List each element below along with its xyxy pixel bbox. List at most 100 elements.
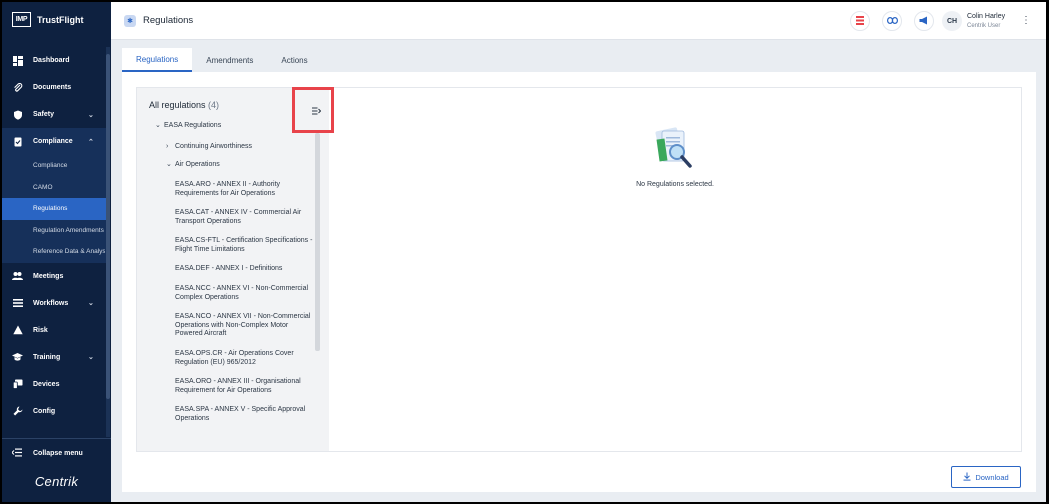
logo-text: TrustFlight <box>37 14 84 25</box>
sidebar-subitem-regulation-amendments[interactable]: Regulation Amendments <box>2 219 106 241</box>
sidebar-item-label: Config <box>33 407 56 415</box>
chevron-down-icon: ⌄ <box>155 122 161 129</box>
tree-leaf[interactable]: EASA.SPA - ANNEX V - Specific Approval O… <box>175 406 315 423</box>
sidebar-item-label: Risk <box>33 326 48 334</box>
tree-node-label: Air Operations <box>175 161 220 168</box>
tree-leaf[interactable]: EASA.NCC - ANNEX VI - Non-Commercial Com… <box>175 285 315 302</box>
app-frame: IMP TrustFlight Dashboard Documents Safe… <box>2 2 1046 502</box>
user-role: Centrik User <box>967 23 1001 29</box>
sidebar-item-label: Training <box>33 353 61 361</box>
sidebar-subitem-label: Regulation Amendments <box>33 226 104 234</box>
collapse-menu-button[interactable]: Collapse menu <box>2 442 111 464</box>
document-check-icon <box>12 136 23 147</box>
collapse-menu-label: Collapse menu <box>33 449 83 457</box>
sidebar-item-label: Devices <box>33 380 60 388</box>
devices-icon <box>12 379 23 390</box>
tree-title: All regulations (4) <box>149 100 219 110</box>
chevron-up-icon: ⌃ <box>88 138 94 146</box>
sidebar-item-dashboard[interactable]: Dashboard <box>2 47 106 74</box>
tree-node-air-operations[interactable]: ⌄ Air Operations <box>166 161 220 170</box>
sidebar-item-label: Workflows <box>33 299 69 307</box>
paperclip-icon <box>12 82 23 93</box>
sidebar-subitem-reference-data[interactable]: Reference Data & Analysis <box>2 241 106 263</box>
sidebar-item-compliance[interactable]: Compliance ⌃ <box>2 128 106 155</box>
tree-leaf[interactable]: EASA.NCO - ANNEX VII - Non-Commercial Op… <box>175 313 315 339</box>
tree-scrollbar[interactable] <box>315 133 320 351</box>
tab-amendments[interactable]: Amendments <box>192 48 267 72</box>
chevron-down-icon: ⌄ <box>88 111 94 119</box>
sidebar-item-risk[interactable]: Risk <box>2 317 106 344</box>
sidebar-subitem-camo[interactable]: CAMO <box>2 176 106 198</box>
tree-leaf[interactable]: EASA.CS-FTL - Certification Specificatio… <box>175 237 315 254</box>
tree-leaf[interactable]: EASA.OPS.CR - Air Operations Cover Regul… <box>175 350 315 367</box>
sidebar-subitem-label: Reference Data & Analysis <box>33 248 105 256</box>
sidebar-item-workflows[interactable]: Workflows ⌄ <box>2 290 106 317</box>
sidebar-scrollbar-thumb[interactable] <box>106 54 110 399</box>
sidebar-item-config[interactable]: Config <box>2 398 106 425</box>
regulations-container: All regulations (4) ⌄ EASA Regulations › C… <box>136 87 1022 452</box>
megaphone-icon <box>919 16 929 27</box>
sidebar-subitem-regulations[interactable]: Regulations <box>2 198 106 220</box>
collapse-menu-icon <box>11 448 22 459</box>
tab-bar: Regulations Amendments Actions <box>122 48 322 72</box>
sidebar-item-label: Dashboard <box>33 57 70 64</box>
warning-icon <box>12 325 23 336</box>
sidebar-item-label: Documents <box>33 84 72 91</box>
tree-node-easa[interactable]: ⌄ EASA Regulations <box>155 122 221 131</box>
sidebar-item-label: Compliance <box>33 138 73 145</box>
regulations-page-icon: ✱ <box>124 15 136 27</box>
wrench-icon <box>12 406 23 417</box>
tab-actions[interactable]: Actions <box>267 48 321 72</box>
sidebar-divider <box>2 438 111 439</box>
empty-state: No Regulations selected. <box>329 88 1021 451</box>
sidebar-subitem-label: Regulations <box>33 205 68 213</box>
tree-leaf[interactable]: EASA.ARO - ANNEX II - Authority Requirem… <box>175 181 315 198</box>
logo-mark: IMP <box>12 12 31 27</box>
tree-leaf[interactable]: EASA.CAT - ANNEX IV - Commercial Air Tra… <box>175 209 315 226</box>
main-panel: All regulations (4) ⌄ EASA Regulations › C… <box>122 72 1036 492</box>
sidebar-item-label: Meetings <box>33 272 64 280</box>
sidebar-nav: Dashboard Documents Safety ⌄ Compliance <box>2 47 106 425</box>
sidebar: IMP TrustFlight Dashboard Documents Safe… <box>2 2 111 502</box>
sidebar-item-devices[interactable]: Devices <box>2 371 106 398</box>
document-search-icon <box>652 125 696 171</box>
avatar[interactable]: CH <box>942 11 962 31</box>
sidebar-item-label: Safety <box>33 111 55 118</box>
chevron-down-icon: ⌄ <box>88 354 94 361</box>
shield-icon <box>12 109 23 120</box>
stack-button[interactable] <box>850 11 870 31</box>
tree-node-continuing-airworthiness[interactable]: › Continuing Airworthiness <box>166 143 252 152</box>
top-header: ✱ Regulations CH Colin Harley Centrik Us… <box>111 2 1046 40</box>
sidebar-subitem-label: CAMO <box>33 183 53 191</box>
brand-footer: Centrik <box>34 474 79 489</box>
chevron-down-icon: ⌄ <box>88 300 94 307</box>
link-button[interactable] <box>882 11 902 31</box>
tree-node-label: EASA Regulations <box>164 122 222 129</box>
user-name: Colin Harley <box>967 13 1006 20</box>
tree-leaf[interactable]: EASA.ORO - ANNEX III - Organisational Re… <box>175 378 315 395</box>
sidebar-subitem-label: Compliance <box>33 162 68 170</box>
sidebar-item-training[interactable]: Training ⌄ <box>2 344 106 371</box>
chevron-right-icon: › <box>166 143 169 150</box>
highlight-box <box>292 87 334 133</box>
more-options-icon[interactable]: ⋮ <box>1021 15 1031 26</box>
regulation-tree: All regulations (4) ⌄ EASA Regulations › C… <box>137 88 329 451</box>
sidebar-subitem-compliance[interactable]: Compliance <box>2 155 106 177</box>
link-icon <box>886 16 898 26</box>
tree-leaf[interactable]: EASA.DEF - ANNEX I - Definitions <box>175 265 315 274</box>
sidebar-item-safety[interactable]: Safety ⌄ <box>2 101 106 128</box>
announcements-button[interactable] <box>914 11 934 31</box>
chevron-down-icon: ⌄ <box>166 161 172 168</box>
sidebar-item-meetings[interactable]: Meetings <box>2 263 106 290</box>
download-label: Download <box>975 472 1009 482</box>
people-icon <box>12 271 23 282</box>
tree-count: (4) <box>208 100 220 110</box>
tab-regulations[interactable]: Regulations <box>122 48 193 72</box>
logo[interactable]: IMP TrustFlight <box>12 12 84 27</box>
download-button[interactable]: Download <box>951 466 1021 488</box>
download-icon <box>963 472 971 483</box>
sidebar-item-documents[interactable]: Documents <box>2 74 106 101</box>
tree-title-label: All regulations <box>149 100 206 110</box>
list-icon <box>12 298 23 309</box>
tree-node-label: Continuing Airworthiness <box>175 143 253 150</box>
